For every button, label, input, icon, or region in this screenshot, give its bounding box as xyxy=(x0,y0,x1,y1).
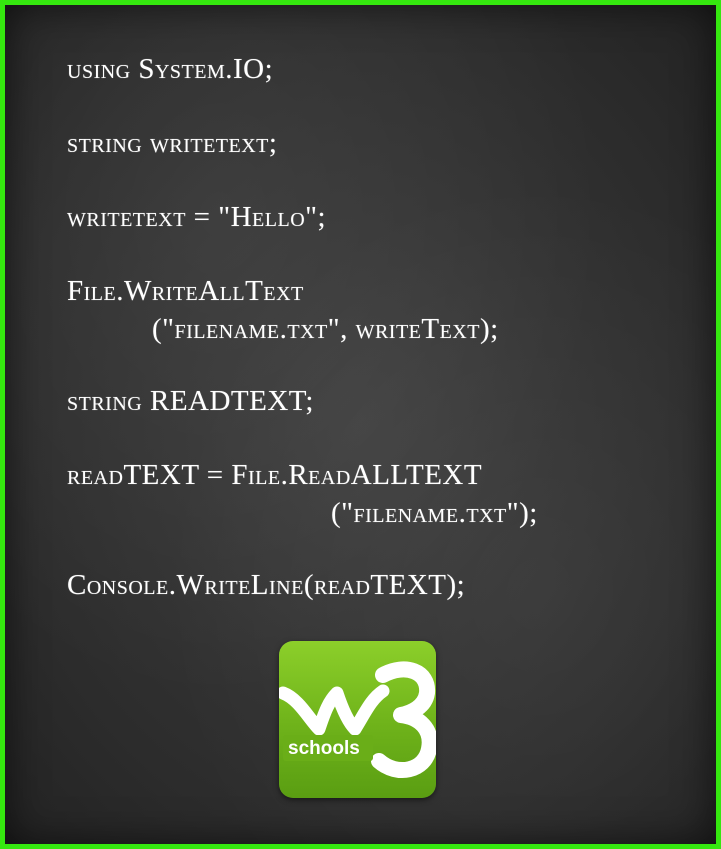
code-line-readalltext-args: ("filename.txt"); xyxy=(331,497,538,529)
logo-label: schools xyxy=(288,738,360,759)
code-line-assign-writetext: writetext = "Hello"; xyxy=(67,201,327,233)
code-line-declare-writetext: string writetext; xyxy=(67,127,278,159)
code-line-declare-readtext: string READTEXT; xyxy=(67,385,314,417)
code-line-using: using System.IO; xyxy=(67,53,274,85)
code-line-writealltext: File.WriteAllText xyxy=(67,275,304,307)
code-line-readalltext: readTEXT = File.ReadALLTEXT xyxy=(67,459,483,491)
w3schools-logo: schools xyxy=(279,641,436,798)
w3-logo-icon xyxy=(279,661,436,778)
code-line-writealltext-args: ("filename.txt", writeText); xyxy=(152,313,499,345)
code-line-writeline: Console.WriteLine(readTEXT); xyxy=(67,569,466,601)
